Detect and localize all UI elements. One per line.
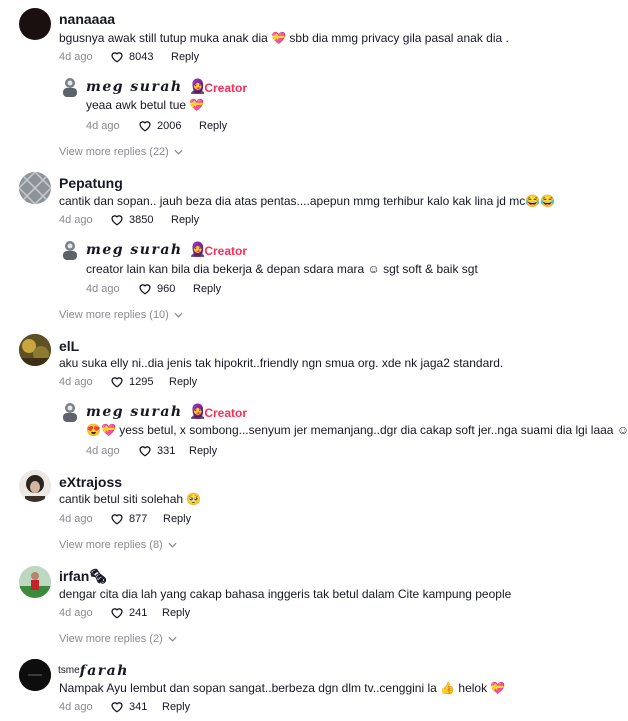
reply-text: creator lain kan bila dia bekerja & depa…	[86, 262, 478, 276]
view-more-replies[interactable]: View more replies (8)	[59, 539, 177, 551]
heart-outline-icon	[111, 702, 123, 713]
avatar[interactable]	[19, 470, 51, 502]
like-button[interactable]: 8043	[110, 50, 153, 63]
reply-button[interactable]: Reply	[171, 51, 199, 63]
reply-button[interactable]: Reply	[162, 701, 190, 713]
comment-date: 4d ago	[59, 214, 93, 226]
creator-avatar[interactable]	[61, 240, 79, 260]
avatar[interactable]	[19, 334, 51, 366]
like-button[interactable]: 2006	[138, 119, 181, 132]
reply-button[interactable]: Reply	[193, 283, 221, 295]
creator-avatar[interactable]	[61, 77, 79, 97]
comment-text: Nampak Ayu lembut dan sopan sangat..berb…	[59, 681, 506, 695]
heart-outline-icon	[139, 446, 151, 457]
heart-outline-icon	[111, 608, 123, 619]
like-count: 3850	[129, 213, 154, 226]
like-count: 1295	[129, 375, 154, 388]
username-prefix: tsme	[58, 665, 80, 676]
reply-date: 4d ago	[86, 445, 120, 457]
like-button[interactable]: 341	[110, 700, 147, 713]
creator-badge: · Creator	[197, 406, 248, 420]
heart-outline-icon	[111, 514, 123, 525]
like-count: 241	[129, 606, 148, 619]
view-more-label: View more replies (8)	[59, 539, 163, 551]
creator-avatar[interactable]	[61, 402, 79, 422]
comment-date: 4d ago	[59, 513, 93, 525]
like-button[interactable]: 877	[110, 512, 147, 525]
heart-outline-icon	[139, 284, 151, 295]
like-count: 960	[157, 282, 176, 295]
reply-username[interactable]: meg surah 🧕	[86, 242, 208, 258]
like-button[interactable]: 960	[138, 282, 175, 295]
view-more-label: View more replies (22)	[59, 146, 169, 158]
comment-username[interactable]: Pepatung	[59, 175, 123, 191]
view-more-label: View more replies (2)	[59, 633, 163, 645]
reply-username[interactable]: meg surah 🧕	[86, 404, 208, 420]
comment-text: dengar cita dia lah yang cakap bahasa in…	[59, 587, 512, 601]
reply-button[interactable]: Reply	[171, 214, 199, 226]
like-count: 8043	[129, 50, 154, 63]
like-count: 877	[129, 512, 148, 525]
avatar[interactable]	[19, 172, 51, 204]
reply-date: 4d ago	[86, 120, 120, 132]
creator-badge: · Creator	[197, 244, 248, 258]
avatar[interactable]	[19, 8, 51, 40]
comment-date: 4d ago	[59, 376, 93, 388]
heart-outline-icon	[111, 215, 123, 226]
chevron-down-icon	[168, 636, 177, 642]
comment-text: cantik dan sopan.. jauh beza dia atas pe…	[59, 194, 556, 208]
heart-outline-icon	[111, 377, 123, 388]
avatar[interactable]	[19, 659, 51, 691]
reply-button[interactable]: Reply	[162, 607, 190, 619]
like-button[interactable]: 3850	[110, 213, 153, 226]
comment-date: 4d ago	[59, 607, 93, 619]
view-more-replies[interactable]: View more replies (22)	[59, 146, 183, 158]
comment-username[interactable]: nanaaaa	[59, 11, 115, 27]
chevron-down-icon	[168, 542, 177, 548]
reply-date: 4d ago	[86, 283, 120, 295]
like-button[interactable]: 331	[138, 444, 175, 457]
comment-username[interactable]: eXtrajoss	[59, 474, 122, 490]
comment-username[interactable]: elL	[59, 338, 79, 354]
reply-username[interactable]: meg surah 🧕	[86, 79, 208, 95]
view-more-replies[interactable]: View more replies (2)	[59, 633, 177, 645]
comment-text: cantik betul siti solehah 🥺	[59, 492, 202, 506]
like-count: 341	[129, 700, 148, 713]
comment-text: bgusnya awak still tutup muka anak dia 💝…	[59, 31, 509, 45]
reply-text: yeaa awk betul tue 💝	[86, 98, 205, 112]
reply-text: 😍💝 yess betul, x sombong...senyum jer me…	[86, 423, 628, 437]
heart-outline-icon	[111, 52, 123, 63]
like-count: 2006	[157, 119, 182, 132]
like-button[interactable]: 1295	[110, 375, 153, 388]
heart-outline-icon	[139, 121, 151, 132]
comment-username[interactable]: irfan🗞	[59, 568, 107, 585]
reply-button[interactable]: Reply	[189, 445, 217, 457]
comment-date: 4d ago	[59, 51, 93, 63]
comment-username[interactable]: tsmefarah	[58, 660, 129, 679]
comment-text: aku suka elly ni..dia jenis tak hipokrit…	[59, 356, 504, 370]
avatar[interactable]	[19, 566, 51, 598]
view-more-replies[interactable]: View more replies (10)	[59, 309, 183, 321]
like-count: 331	[157, 444, 176, 457]
comment-date: 4d ago	[59, 701, 93, 713]
like-button[interactable]: 241	[110, 606, 147, 619]
view-more-label: View more replies (10)	[59, 309, 169, 321]
reply-button[interactable]: Reply	[163, 513, 191, 525]
reply-button[interactable]: Reply	[169, 376, 197, 388]
reply-button[interactable]: Reply	[199, 120, 227, 132]
chevron-down-icon	[174, 312, 183, 318]
chevron-down-icon	[174, 149, 183, 155]
creator-badge: · Creator	[197, 81, 248, 95]
